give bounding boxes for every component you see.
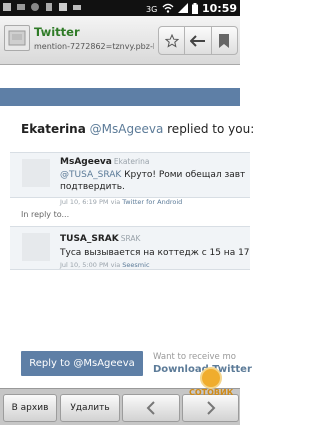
tweet-source-link[interactable]: Twitter for Android bbox=[122, 198, 182, 206]
avatar[interactable] bbox=[22, 159, 50, 187]
notification-icon bbox=[3, 3, 11, 11]
tweet-text-line1: Круто! Роми обещал завт bbox=[124, 170, 246, 180]
battery-icon bbox=[191, 2, 198, 14]
archive-button[interactable]: В архив bbox=[3, 394, 57, 422]
chevron-right-icon bbox=[206, 401, 215, 415]
previous-button[interactable] bbox=[122, 394, 180, 422]
tweet-text-line2: подтвердить. bbox=[60, 182, 125, 192]
watermark-logo-icon bbox=[200, 367, 222, 389]
system-icons: 3G 10:59 bbox=[146, 0, 237, 16]
tweet-text: @TUSA_SRAK Круто! Роми обещал завт подтв… bbox=[60, 169, 245, 193]
reply-tweet-card[interactable]: MsAgeeva Ekaterina @TUSA_SRAK Круто! Роми… bbox=[10, 152, 250, 206]
bookmark-ribbon-icon bbox=[219, 33, 230, 48]
svg-text:3G: 3G bbox=[146, 5, 157, 13]
notification-icon bbox=[46, 3, 52, 11]
bookmarks-list-button[interactable] bbox=[212, 27, 237, 54]
favicon bbox=[4, 25, 30, 51]
tweet-author: MsAgeeva Ekaterina bbox=[60, 157, 150, 167]
tweet-meta: Jul 10, 5:00 PM via Seesmic bbox=[60, 261, 150, 269]
page-icon bbox=[8, 30, 26, 46]
chevron-left-icon bbox=[146, 401, 155, 415]
notification-icon bbox=[17, 4, 25, 10]
signal-icon bbox=[177, 3, 188, 13]
next-button[interactable] bbox=[182, 394, 239, 422]
in-reply-to-label: In reply to... bbox=[21, 210, 70, 219]
reply-button[interactable]: Reply to @MsAgeeva bbox=[21, 351, 143, 376]
twitter-header-bar bbox=[0, 88, 240, 106]
author-name[interactable]: MsAgeeva bbox=[60, 157, 112, 167]
page-title: Twitter bbox=[34, 25, 80, 39]
mention-headline: Ekaterina @MsAgeeva replied to you: bbox=[21, 122, 254, 136]
star-icon bbox=[164, 33, 179, 48]
notification-icon bbox=[59, 3, 67, 11]
promo-text: Want to receive mo bbox=[153, 352, 236, 362]
headline-handle[interactable]: @MsAgeeva bbox=[90, 122, 164, 136]
watermark-text: СОТОВИК bbox=[189, 388, 234, 397]
avatar[interactable] bbox=[22, 233, 50, 261]
headline-action: replied to you: bbox=[167, 122, 255, 136]
author-fullname: SRAK bbox=[120, 234, 141, 243]
author-fullname: Ekaterina bbox=[113, 157, 150, 166]
headline-user[interactable]: Ekaterina bbox=[21, 122, 86, 136]
browser-actions bbox=[158, 26, 238, 55]
delete-button[interactable]: Удалить bbox=[60, 394, 120, 422]
clock: 10:59 bbox=[201, 1, 237, 15]
back-arrow-icon bbox=[189, 34, 205, 47]
original-tweet-card[interactable]: TUSA_SRAK SRAK Туса вызывается на коттедж… bbox=[10, 226, 250, 270]
tweet-source-link[interactable]: Seesmic bbox=[122, 261, 149, 269]
mention-link[interactable]: @TUSA_SRAK bbox=[60, 170, 121, 180]
tweet-author: TUSA_SRAK SRAK bbox=[60, 234, 140, 244]
back-button[interactable] bbox=[185, 27, 212, 54]
author-name[interactable]: TUSA_SRAK bbox=[60, 234, 119, 244]
status-bar: 3G 10:59 bbox=[0, 0, 240, 16]
notification-icons bbox=[2, 2, 82, 12]
notification-icon bbox=[73, 5, 81, 10]
browser-title-bar: Twitter mention-7272862=tznvy.pbz-b... bbox=[0, 16, 240, 65]
tweet-text: Туса вызывается на коттедж с 15 на 17 bbox=[60, 248, 250, 258]
tweet-meta: Jul 10, 6:19 PM via Twitter for Android bbox=[60, 198, 182, 206]
bookmark-button[interactable] bbox=[159, 27, 186, 54]
url-field[interactable]: mention-7272862=tznvy.pbz-b... bbox=[34, 42, 154, 51]
notification-icon bbox=[31, 3, 39, 11]
3g-icon: 3G bbox=[146, 5, 157, 13]
wifi-icon bbox=[162, 3, 174, 13]
tweet-timestamp[interactable]: Jul 10, 6:19 PM via bbox=[60, 198, 120, 206]
tweet-timestamp[interactable]: Jul 10, 5:00 PM via bbox=[60, 261, 120, 269]
